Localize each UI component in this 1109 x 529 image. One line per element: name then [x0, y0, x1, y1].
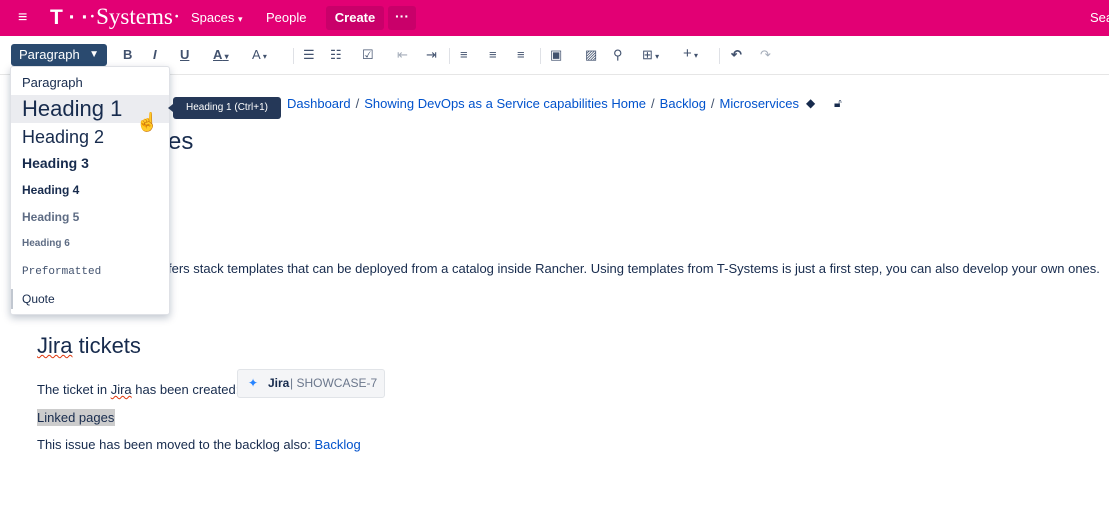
breadcrumb-microservices[interactable]: Microservices — [720, 96, 799, 111]
more-create-button[interactable]: ··· — [388, 6, 416, 30]
bullet-list-icon[interactable]: ☰ — [303, 47, 315, 63]
align-left-icon[interactable]: ≡ — [460, 47, 468, 62]
breadcrumb-separator: / — [710, 96, 715, 111]
breadcrumb-separator: / — [651, 96, 655, 111]
indent-icon[interactable]: ⇥ — [426, 47, 437, 63]
underline-button[interactable]: U — [180, 47, 189, 62]
dropdown-item-paragraph[interactable]: Paragraph — [11, 73, 169, 93]
moved-text: This issue has been moved to the backlog… — [37, 437, 315, 452]
breadcrumb-dashboard[interactable]: Dashboard — [287, 96, 351, 111]
jira-icon: ✦ — [248, 376, 259, 390]
spaces-menu[interactable]: Spaces ▾ — [191, 10, 243, 25]
intro-paragraph[interactable]: fers stack templates that can be deploye… — [168, 261, 1100, 276]
toolbar-divider — [449, 48, 450, 64]
paragraph-style-select[interactable]: Paragraph ▼ — [11, 44, 107, 66]
dropdown-item-heading-4[interactable]: Heading 4 — [11, 180, 169, 200]
top-navigation-bar: ≡ T · ··Systems· Spaces ▾ People Create … — [0, 0, 1109, 36]
ticket-prefix: The ticket in — [37, 382, 111, 397]
image-icon[interactable]: ▨ — [585, 47, 597, 63]
t-systems-logo[interactable]: T · ··Systems· — [50, 4, 180, 30]
ticket-paragraph[interactable]: The ticket in Jira has been created: — [37, 382, 239, 397]
align-right-icon[interactable]: ≡ — [517, 47, 525, 62]
tag-icon[interactable]: ◆ — [806, 96, 815, 110]
breadcrumb-backlog[interactable]: Backlog — [660, 96, 706, 111]
page-layout-icon[interactable]: ▣ — [550, 47, 562, 63]
ticket-suffix: has been created: — [131, 382, 240, 397]
unlock-icon[interactable]: 🔓︎ — [834, 96, 842, 111]
bold-button[interactable]: B — [123, 47, 132, 62]
undo-icon[interactable]: ↶ — [731, 47, 742, 63]
search-input[interactable]: Sea — [1090, 10, 1109, 25]
tooltip: Heading 1 (Ctrl+1) — [168, 97, 281, 119]
heading-rest: tickets — [72, 333, 141, 358]
linked-pages-text[interactable]: Linked pages — [37, 409, 116, 426]
link-icon[interactable]: ⚲ — [613, 47, 623, 63]
dropdown-item-heading-3[interactable]: Heading 3 — [11, 152, 169, 174]
heading-word: Jira — [37, 333, 73, 358]
task-list-icon[interactable]: ☑ — [362, 47, 374, 63]
dropdown-item-quote[interactable]: Quote — [11, 289, 169, 309]
breadcrumb: Dashboard / Showing DevOps as a Service ca… — [287, 96, 799, 111]
chevron-down-icon: ▾ — [238, 14, 243, 24]
jira-issue-key: | SHOWCASE-7 — [290, 376, 378, 390]
moved-paragraph[interactable]: This issue has been moved to the backlog… — [37, 437, 361, 452]
dropdown-item-heading-6[interactable]: Heading 6 — [11, 235, 169, 253]
redo-icon[interactable]: ↷ — [760, 47, 771, 63]
chevron-down-icon: ▼ — [89, 49, 99, 60]
outdent-icon[interactable]: ⇤ — [397, 47, 408, 63]
create-button[interactable]: Create — [326, 6, 384, 30]
italic-button[interactable]: I — [153, 47, 157, 62]
people-link[interactable]: People — [266, 10, 306, 25]
text-color-button[interactable]: A ▾ — [213, 47, 229, 62]
dropdown-item-preformatted[interactable]: Preformatted — [11, 262, 169, 282]
toolbar-divider — [540, 48, 541, 64]
insert-more-icon[interactable]: + ▾ — [683, 45, 698, 62]
backlog-link[interactable]: Backlog — [315, 437, 361, 452]
align-center-icon[interactable]: ≡ — [489, 47, 497, 62]
page-title[interactable]: es — [168, 128, 193, 156]
more-formatting-button[interactable]: A ▾ — [252, 47, 267, 62]
table-icon[interactable]: ⊞ ▾ — [642, 47, 659, 63]
numbered-list-icon[interactable]: ☷ — [330, 47, 342, 63]
breadcrumb-home[interactable]: Showing DevOps as a Service capabilities… — [364, 96, 646, 111]
ticket-jira-word: Jira — [110, 382, 132, 397]
jira-issue-macro[interactable]: ✦ Jira | SHOWCASE-7 — [237, 369, 385, 398]
dropdown-item-heading-5[interactable]: Heading 5 — [11, 207, 169, 227]
paragraph-style-dropdown: Paragraph Heading 1 Heading 2 Heading 3 … — [10, 66, 170, 315]
toolbar-divider — [719, 48, 720, 64]
hand-cursor-icon: ☝ — [136, 112, 159, 132]
breadcrumb-separator: / — [355, 96, 360, 111]
jira-tickets-heading[interactable]: Jira tickets — [37, 333, 141, 359]
hamburger-icon[interactable]: ≡ — [18, 9, 27, 27]
jira-chip-label: Jira — [268, 376, 290, 390]
toolbar-divider — [293, 48, 294, 64]
